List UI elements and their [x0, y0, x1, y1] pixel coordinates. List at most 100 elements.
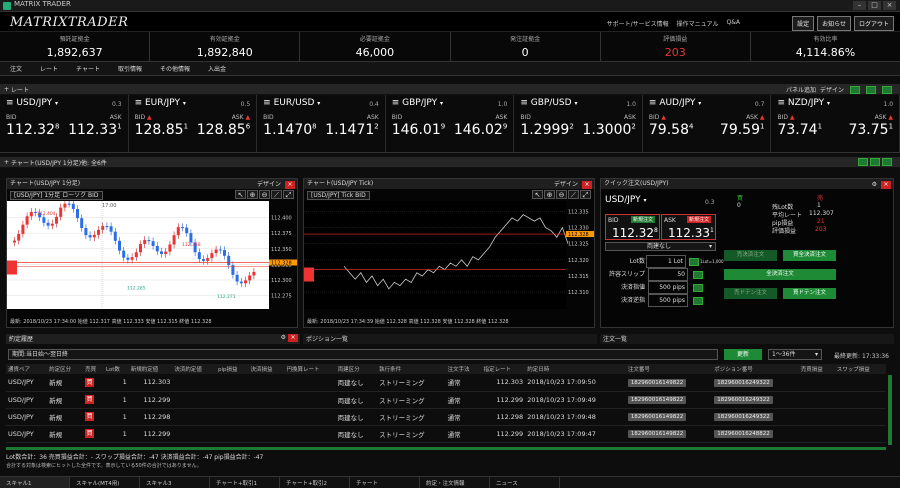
rate-card-eurusd[interactable]: ≡ EUR/USD ▾ 0.4 BID ASK 1.14708 1.14712 — [257, 95, 386, 152]
table-row[interactable]: USD/JPY 新規買 1 112.299 両建なし ストリーミング 通常 112.299 20… — [6, 425, 886, 443]
slip-input[interactable]: 50 — [648, 268, 688, 281]
column-header[interactable]: pip損益 — [215, 364, 249, 374]
menu-other-info[interactable]: その他情報 — [160, 64, 190, 73]
zoom-in-icon[interactable]: ⊕ — [247, 190, 258, 199]
slip-stepper[interactable] — [693, 270, 703, 279]
ask-price[interactable]: 73.751 — [848, 122, 893, 138]
pointer-icon[interactable]: ↖ — [532, 190, 543, 199]
workspace-tab[interactable]: ニュース — [490, 477, 560, 488]
buy-close-all-button[interactable]: 買全決済注文 — [783, 250, 836, 261]
gear-icon[interactable]: ⚙ — [281, 334, 286, 341]
menu-trade-info[interactable]: 取引情報 — [118, 64, 142, 73]
maximize-button[interactable]: □ — [868, 1, 881, 10]
table-row[interactable]: USD/JPY 新規買 1 112.298 両建なし ストリーミング 通常 112.298 20… — [6, 408, 886, 426]
menu-icon[interactable]: ≡ — [392, 98, 400, 108]
column-header[interactable]: 注文番号 — [625, 364, 713, 374]
candlestick-chart[interactable]: 112.400112.375112.350112.325112.300112.2… — [7, 201, 297, 311]
panel-maximize-button[interactable] — [882, 158, 892, 166]
sell-close-button[interactable]: 売決済注文 — [724, 250, 777, 261]
rate-card-gbpusd[interactable]: ≡ GBP/USD ▾ 1.0 BID ASK 1.29992 1.30002 — [514, 95, 643, 152]
settings-button[interactable]: 設定 — [792, 16, 815, 31]
rate-card-audjpy[interactable]: ≡ AUD/JPY ▾ 0.7 BID ▲ ASK ▲ 79.584 79.591 — [643, 95, 772, 152]
pointer-icon[interactable]: ↖ — [235, 190, 246, 199]
bid-price[interactable]: 1.29992 — [520, 122, 573, 138]
column-header[interactable]: スワップ損益 — [834, 364, 886, 374]
manual-link[interactable]: 操作マニュアル — [677, 19, 719, 28]
buy-doten-button[interactable]: 買ドテン注文 — [783, 288, 836, 299]
minimize-button[interactable]: – — [853, 1, 866, 10]
lot-input[interactable]: 1 Lot — [646, 255, 686, 268]
column-header[interactable]: 両建区分 — [335, 364, 378, 374]
update-button[interactable]: 更新 — [724, 349, 762, 360]
chart2-series-select[interactable]: [USD/JPY] Tick BID — [307, 191, 370, 200]
rate-card-gbpjpy[interactable]: ≡ GBP/JPY ▾ 1.0 BID ASK 146.019 146.029 — [386, 95, 515, 152]
ask-price[interactable]: 146.029 — [454, 122, 507, 138]
chart1-series-select[interactable]: [USD/JPY] 1分足 ローソク BID — [10, 191, 103, 200]
panel-restore-button[interactable] — [870, 158, 880, 166]
menu-rate[interactable]: レート — [40, 64, 58, 73]
limit-input[interactable]: 500 pips — [648, 281, 688, 294]
qa-link[interactable]: Q&A — [726, 19, 740, 28]
column-header[interactable]: 円換算レート — [284, 364, 336, 374]
tab-orders[interactable]: 注文一覧 — [600, 334, 894, 344]
period-filter[interactable]: 期間:当日始〜翌日終 — [8, 349, 718, 360]
logout-button[interactable]: ログアウト — [853, 16, 894, 31]
workspace-tab[interactable]: チャート+取引2 — [280, 477, 350, 488]
column-header[interactable]: 通貨ペア — [6, 364, 48, 374]
panel-minimize-button[interactable] — [850, 85, 860, 94]
tick-line-chart[interactable]: 112.335 112.330 112.325 112.320 112.315 112.3… — [304, 201, 594, 311]
close-all-button[interactable]: 全決済注文 — [724, 269, 836, 280]
panel-restore-button[interactable] — [866, 85, 876, 94]
ask-price[interactable]: 112.331 — [68, 122, 121, 138]
menu-icon[interactable]: ≡ — [6, 98, 14, 108]
lot-stepper[interactable] — [689, 257, 699, 266]
menu-chart[interactable]: チャート — [76, 64, 100, 73]
menu-icon[interactable]: ≡ — [135, 98, 143, 108]
rate-card-nzdjpy[interactable]: ≡ NZD/JPY ▾ 1.0 BID ▲ ASK ▲ 73.741 73.751 — [771, 95, 900, 152]
ask-price[interactable]: 1.14712 — [325, 122, 378, 138]
menu-icon[interactable]: ≡ — [649, 98, 657, 108]
close-icon[interactable]: × — [285, 181, 295, 189]
support-link[interactable]: サポート/サービス情報 — [607, 19, 669, 28]
workspace-tab[interactable]: チャート — [350, 477, 420, 488]
limit-stepper[interactable] — [693, 283, 703, 292]
draw-line-icon[interactable]: ⟋ — [271, 190, 282, 199]
quick-pair[interactable]: USD/JPY — [605, 195, 641, 205]
column-header[interactable]: ポジション番号 — [712, 364, 799, 374]
bid-price[interactable]: 146.019 — [392, 122, 445, 138]
menu-icon[interactable]: ≡ — [263, 98, 271, 108]
workspace-tab[interactable]: チャート+取引1 — [210, 477, 280, 488]
column-header[interactable]: 執行条件 — [377, 364, 446, 374]
column-header[interactable]: 決済約定値 — [172, 364, 216, 374]
zoom-in-icon[interactable]: ⊕ — [544, 190, 555, 199]
ask-price[interactable]: 1.30002 — [582, 122, 635, 138]
workspace-tab[interactable]: スキャル(MT4用) — [70, 477, 140, 488]
plus-icon[interactable]: + — [4, 86, 9, 93]
hedge-select[interactable]: 両建なし ▾ — [605, 242, 716, 251]
stop-input[interactable]: 500 pips — [648, 294, 688, 307]
sell-doten-button[interactable]: 売ドテン注文 — [724, 288, 777, 299]
bid-price[interactable]: 1.14708 — [263, 122, 316, 138]
design-link[interactable]: デザイン — [820, 85, 844, 94]
tab-positions[interactable]: ポジション一覧 — [303, 334, 597, 344]
menu-icon[interactable]: ≡ — [520, 98, 528, 108]
column-header[interactable]: 売買損益 — [798, 364, 835, 374]
column-header[interactable]: 注文手法 — [445, 364, 482, 374]
add-panel-link[interactable]: パネル追加 — [786, 85, 816, 94]
workspace-tab[interactable]: スキャル1 — [0, 477, 70, 488]
workspace-tab[interactable]: 約定・注文情報 — [420, 477, 490, 488]
bid-price[interactable]: 73.741 — [777, 122, 822, 138]
expand-icon[interactable]: ⤢ — [580, 190, 591, 199]
stop-stepper[interactable] — [693, 296, 703, 305]
column-header[interactable]: 約定区分 — [47, 364, 84, 374]
ask-price[interactable]: 128.856 — [197, 122, 250, 138]
column-header[interactable]: 約定日時 — [525, 364, 626, 374]
bid-price[interactable]: 128.851 — [135, 122, 188, 138]
bid-price[interactable]: 112.328 — [6, 122, 59, 138]
notices-button[interactable]: お知らせ — [817, 16, 851, 31]
rate-card-usdjpy[interactable]: ≡ USD/JPY ▾ 0.3 BID ASK 112.328 112.331 — [0, 95, 129, 152]
column-header[interactable]: 新規約定値 — [128, 364, 173, 374]
quick-ask-button[interactable]: ASK 新規注文 112.331 — [661, 214, 716, 240]
panel-minimize-button[interactable] — [858, 158, 868, 166]
rate-card-eurjpy[interactable]: ≡ EUR/JPY ▾ 0.5 BID ▲ ASK ▲ 128.851 128.85… — [129, 95, 258, 152]
